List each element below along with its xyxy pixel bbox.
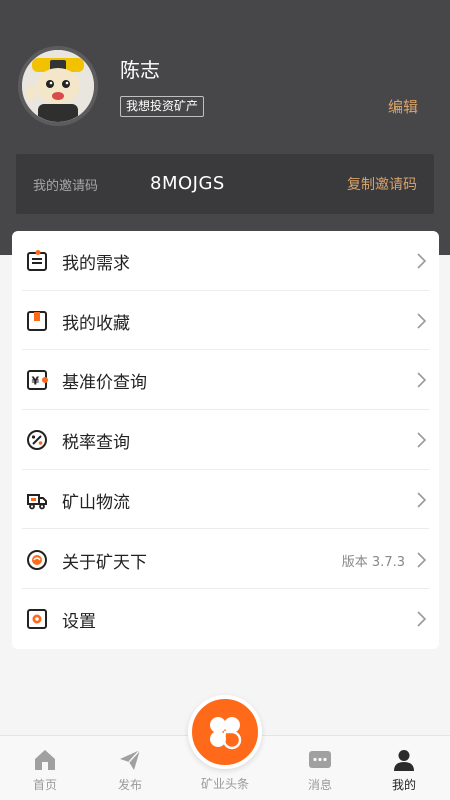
menu-item-label: 基准价查询 [62,373,147,394]
about-icon [27,549,47,570]
chevron-right-icon [417,551,427,568]
clover-logo-icon [210,717,242,750]
tab-headlines-label[interactable]: 矿业头条 [185,775,265,792]
menu-item-label: 矿山物流 [62,492,130,513]
percent-icon [27,430,47,451]
tab-label: 首页 [32,778,57,792]
menu-item-label: 关于矿天下 [62,552,147,573]
home-icon [35,750,55,770]
menu-item-about[interactable]: 关于矿天下 版本 3.7.3 [12,530,439,590]
role-tag: 我想投资矿产 [120,96,205,117]
invite-code-value: 8MOJGS [150,173,225,194]
menu-item-tax-rate[interactable]: 税率查询 [12,410,439,470]
menu-item-label: 我的收藏 [62,313,130,334]
menu-item-settings[interactable]: 设置 [12,589,439,649]
menu-item-my-favorites[interactable]: 我的收藏 [12,291,439,351]
user-icon [394,750,414,771]
invite-code-bar: 我的邀请码 8MOJGS 复制邀请码 [16,154,434,214]
avatar[interactable] [18,46,98,126]
menu-card: 我的需求 我的收藏 ¥ 基准价查询 税率查询 矿山物流 关于矿天下 版本 3.7… [12,231,439,649]
copy-invite-code-button[interactable]: 复制邀请码 [347,174,417,194]
paper-plane-icon [120,749,141,770]
chevron-right-icon [417,313,427,329]
menu-item-mine-logistics[interactable]: 矿山物流 [12,470,439,530]
chevron-right-icon [417,492,427,508]
menu-item-benchmark-price[interactable]: ¥ 基准价查询 [12,350,439,411]
message-icon [309,751,331,768]
app-version: 版本 3.7.3 [341,554,405,570]
edit-profile-button[interactable]: 编辑 [388,96,418,117]
truck-icon [27,493,47,510]
chevron-right-icon [417,611,427,627]
avatar-mascot-icon [22,50,94,122]
menu-item-label: 设置 [62,612,96,633]
menu-item-label: 税率查询 [62,433,130,454]
price-icon: ¥ [27,370,48,391]
chevron-right-icon [417,372,427,388]
tab-home[interactable]: 首页 [5,736,85,800]
invite-code-label: 我的邀请码 [33,179,99,194]
bookmark-icon [27,310,47,331]
profile-header: 陈志 我想投资矿产 编辑 我的邀请码 8MOJGS 复制邀请码 [0,0,450,255]
tab-messages[interactable]: 消息 [280,736,360,800]
chevron-right-icon [417,253,427,269]
settings-icon [27,609,47,630]
tab-label: 我的 [391,778,416,792]
tab-mine[interactable]: 我的 [364,736,444,800]
menu-item-my-needs[interactable]: 我的需求 [12,231,439,291]
user-name: 陈志 [120,58,160,82]
tab-label: 消息 [307,778,332,792]
chevron-right-icon [417,432,427,448]
clipboard-icon [27,250,47,271]
tab-label: 发布 [117,778,142,792]
svg-text:¥: ¥ [32,375,40,388]
headlines-center-button[interactable] [188,695,262,769]
tab-publish[interactable]: 发布 [90,736,170,800]
menu-item-label: 我的需求 [62,254,130,274]
